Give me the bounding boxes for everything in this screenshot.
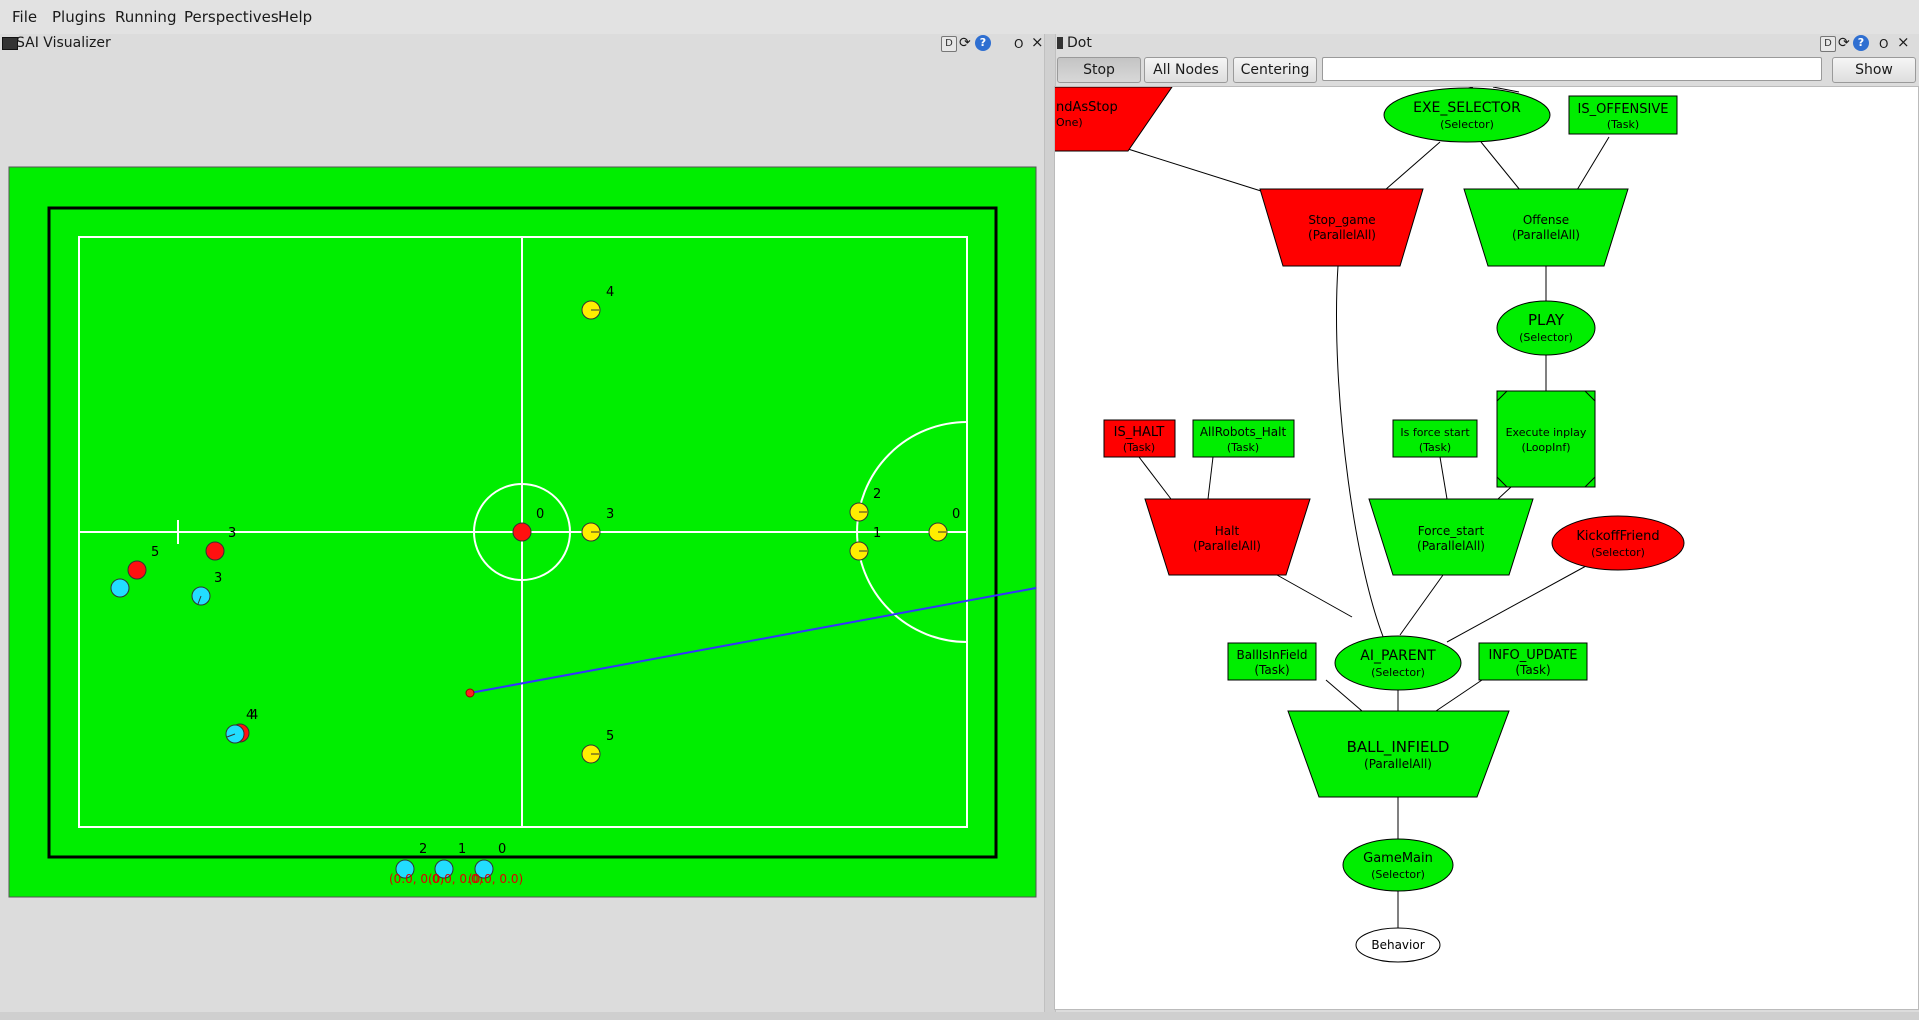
dot-panel-icon bbox=[1057, 37, 1063, 49]
svg-text:Stop_game: Stop_game bbox=[1308, 213, 1375, 227]
svg-text:KickoffFriend: KickoffFriend bbox=[1576, 529, 1659, 544]
node-info-update[interactable]: INFO_UPDATE (Task) bbox=[1478, 642, 1588, 681]
close-icon[interactable]: × bbox=[1897, 35, 1910, 50]
svg-text:(Selector): (Selector) bbox=[1371, 868, 1425, 881]
blue-robot[interactable] bbox=[110, 578, 130, 598]
node-offense[interactable]: Offense (ParallelAll) bbox=[1463, 188, 1629, 267]
svg-text:(Task): (Task) bbox=[1227, 441, 1259, 454]
svg-text:BALL_INFIELD: BALL_INFIELD bbox=[1347, 738, 1450, 757]
help-icon[interactable]: ? bbox=[1853, 35, 1869, 51]
robot-label: 0 bbox=[498, 842, 506, 857]
svg-text:(Task): (Task) bbox=[1254, 663, 1289, 677]
svg-text:(ParallelAll): (ParallelAll) bbox=[1308, 228, 1376, 242]
svg-text:Offense: Offense bbox=[1523, 213, 1569, 227]
field-visualizer[interactable]: 4 3 2 1 0 5 3 5 4 0 3 4 2 (0.0, 0.0) 1 (… bbox=[0, 0, 1044, 1012]
svg-text:Is force start: Is force start bbox=[1400, 426, 1470, 439]
svg-text:(Task): (Task) bbox=[1515, 663, 1550, 677]
svg-text:EXE_SELECTOR: EXE_SELECTOR bbox=[1413, 100, 1521, 116]
svg-text:(ParallelAll): (ParallelAll) bbox=[1364, 757, 1432, 771]
robot-label: 2 bbox=[873, 487, 881, 502]
minimize-icon[interactable]: O bbox=[1879, 37, 1888, 51]
robot-label: 3 bbox=[606, 507, 614, 522]
svg-text:AI_PARENT: AI_PARENT bbox=[1360, 648, 1436, 664]
node-exe-selector[interactable]: EXE_SELECTOR (Selector) bbox=[1383, 87, 1551, 143]
centering-button[interactable]: Centering bbox=[1233, 57, 1317, 83]
ball-marker bbox=[465, 688, 475, 698]
svg-text:BallIsInField: BallIsInField bbox=[1237, 648, 1308, 662]
node-behavior[interactable]: Behavior bbox=[1355, 927, 1441, 963]
node-execute-inplay[interactable]: Execute inplay (LoopInf) bbox=[1496, 390, 1596, 488]
svg-text:PLAY: PLAY bbox=[1528, 311, 1565, 329]
svg-text:(ParallelAll): (ParallelAll) bbox=[1193, 539, 1261, 553]
node-is-force-start[interactable]: Is force start (Task) bbox=[1392, 419, 1478, 458]
svg-text:(Task): (Task) bbox=[1419, 441, 1451, 454]
svg-text:GameMain: GameMain bbox=[1363, 851, 1433, 866]
detach-icon[interactable]: D bbox=[1820, 36, 1836, 52]
stop-button[interactable]: Stop bbox=[1057, 57, 1141, 83]
robot-label: 1 bbox=[873, 526, 881, 541]
svg-text:Force_start: Force_start bbox=[1418, 524, 1485, 538]
svg-text:(Selector): (Selector) bbox=[1591, 546, 1645, 559]
node-standasstop[interactable]: ndAsStop One) bbox=[1055, 87, 1173, 152]
node-allrobots-halt[interactable]: AllRobots_Halt (Task) bbox=[1192, 419, 1295, 458]
svg-text:(LoopInf): (LoopInf) bbox=[1521, 441, 1570, 454]
svg-text:IS_OFFENSIVE: IS_OFFENSIVE bbox=[1578, 102, 1669, 117]
svg-text:(Selector): (Selector) bbox=[1371, 666, 1425, 679]
robot-label: 2 bbox=[419, 842, 427, 857]
svg-text:Behavior: Behavior bbox=[1371, 938, 1424, 952]
node-gamemain[interactable]: GameMain (Selector) bbox=[1342, 838, 1454, 892]
robot-coordinate: (0.0, 0.0) bbox=[468, 872, 523, 886]
svg-text:One): One) bbox=[1056, 116, 1083, 129]
node-halt[interactable]: Halt (ParallelAll) bbox=[1144, 498, 1311, 576]
right-panel-title: Dot bbox=[1067, 35, 1092, 51]
robot-label: 5 bbox=[151, 545, 159, 560]
show-button[interactable]: Show bbox=[1832, 57, 1916, 83]
robot-label: 0 bbox=[536, 507, 544, 522]
node-stop-game[interactable]: Stop_game (ParallelAll) bbox=[1259, 188, 1424, 267]
node-play[interactable]: PLAY (Selector) bbox=[1496, 300, 1596, 356]
svg-text:(Task): (Task) bbox=[1607, 118, 1639, 131]
node-ball-infield[interactable]: BALL_INFIELD (ParallelAll) bbox=[1287, 710, 1510, 798]
behavior-tree-canvas[interactable]: ndAsStop One) EXE_SELECTOR (Selector) IS… bbox=[1054, 86, 1919, 1010]
svg-text:IS_HALT: IS_HALT bbox=[1114, 425, 1165, 440]
behavior-tree-graph[interactable]: ndAsStop One) EXE_SELECTOR (Selector) IS… bbox=[1055, 87, 1919, 1010]
robot-label: 3 bbox=[228, 526, 236, 541]
reload-icon[interactable]: ⟳ bbox=[1838, 36, 1850, 50]
node-ballisinfield[interactable]: BallIsInField (Task) bbox=[1227, 642, 1317, 681]
node-is-offensive[interactable]: IS_OFFENSIVE (Task) bbox=[1568, 95, 1678, 135]
svg-text:(Selector): (Selector) bbox=[1440, 118, 1494, 131]
robot-label: 5 bbox=[606, 729, 614, 744]
node-ai-parent[interactable]: AI_PARENT (Selector) bbox=[1334, 635, 1462, 691]
search-input[interactable] bbox=[1322, 57, 1822, 81]
svg-text:ndAsStop: ndAsStop bbox=[1056, 100, 1118, 115]
node-force-start[interactable]: Force_start (ParallelAll) bbox=[1368, 498, 1534, 576]
svg-text:(Selector): (Selector) bbox=[1519, 331, 1573, 344]
robot-label: 0 bbox=[952, 507, 960, 522]
robot-label: 4 bbox=[606, 285, 614, 300]
robot-label: 3 bbox=[214, 571, 222, 586]
robot-label: 1 bbox=[458, 842, 466, 857]
svg-text:AllRobots_Halt: AllRobots_Halt bbox=[1200, 425, 1287, 439]
svg-text:(Task): (Task) bbox=[1123, 441, 1155, 454]
node-is-halt[interactable]: IS_HALT (Task) bbox=[1103, 419, 1176, 458]
status-bar bbox=[0, 1012, 1919, 1020]
all-nodes-button[interactable]: All Nodes bbox=[1144, 57, 1228, 83]
node-kickoff-friend[interactable]: KickoffFriend (Selector) bbox=[1551, 515, 1685, 571]
svg-text:Execute inplay: Execute inplay bbox=[1506, 426, 1587, 439]
svg-text:(ParallelAll): (ParallelAll) bbox=[1512, 228, 1580, 242]
svg-text:(ParallelAll): (ParallelAll) bbox=[1417, 539, 1485, 553]
svg-text:INFO_UPDATE: INFO_UPDATE bbox=[1489, 648, 1578, 663]
robot-label: 4 bbox=[246, 708, 254, 723]
svg-text:Halt: Halt bbox=[1215, 524, 1240, 538]
